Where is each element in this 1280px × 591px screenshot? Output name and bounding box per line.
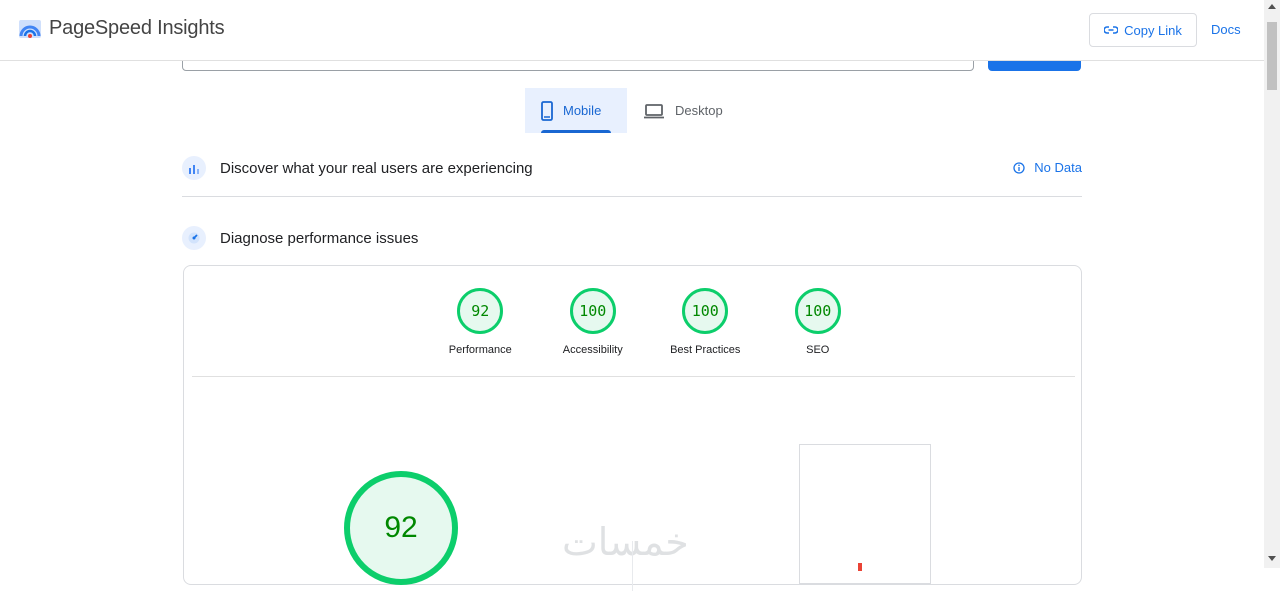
page-scrollbar[interactable]	[1264, 0, 1280, 568]
gauge-seo-score: 100	[794, 288, 841, 334]
gauge-best-practices[interactable]: 100 Best Practices	[649, 288, 762, 356]
no-data-label: No Data	[1034, 160, 1082, 175]
screenshot-content-mark	[858, 563, 862, 571]
tab-desktop[interactable]: Desktop	[627, 88, 739, 133]
docs-link[interactable]: Docs	[1211, 22, 1241, 37]
phone-icon	[541, 100, 553, 121]
laptop-icon	[644, 103, 664, 118]
users-chart-icon	[182, 156, 206, 180]
diagnose-title: Diagnose performance issues	[220, 229, 419, 247]
real-users-section: Discover what your real users are experi…	[182, 150, 1082, 186]
watermark-text: خمسات	[562, 520, 689, 564]
real-users-title: Discover what your real users are experi…	[220, 159, 533, 177]
scroll-up-arrow-icon[interactable]	[1268, 4, 1276, 9]
tab-mobile[interactable]: Mobile	[525, 88, 627, 133]
gauge-seo-label: SEO	[806, 344, 830, 356]
info-icon	[1013, 161, 1025, 174]
pagespeed-logo-icon	[19, 20, 41, 38]
app-title: PageSpeed Insights	[49, 17, 225, 39]
no-data-status[interactable]: No Data	[1013, 160, 1082, 175]
device-tabs: Mobile Desktop	[525, 88, 739, 133]
vertical-divider	[632, 541, 633, 591]
gauge-accessibility-label: Accessibility	[562, 344, 623, 356]
link-icon	[1104, 26, 1119, 34]
tab-desktop-label: Desktop	[675, 103, 723, 118]
gauge-seo[interactable]: 100 SEO	[762, 288, 875, 356]
tab-mobile-label: Mobile	[563, 103, 602, 118]
section-divider	[182, 196, 1082, 197]
page-screenshot-thumbnail	[799, 444, 931, 584]
copy-link-label: Copy Link	[1124, 22, 1182, 38]
speedometer-icon	[182, 226, 206, 250]
scroll-down-arrow-icon[interactable]	[1268, 556, 1276, 561]
card-divider	[192, 376, 1075, 377]
diagnose-section: Diagnose performance issues	[182, 220, 1082, 256]
copy-link-button[interactable]: Copy Link	[1089, 13, 1197, 47]
gauge-performance-label: Performance	[448, 344, 512, 356]
gauge-performance-score: 92	[457, 288, 504, 334]
top-app-bar: PageSpeed Insights Copy Link Docs	[0, 0, 1264, 61]
gauge-best-practices-label: Best Practices	[670, 344, 741, 356]
gauge-performance[interactable]: 92 Performance	[424, 288, 537, 356]
gauge-accessibility-score: 100	[569, 288, 616, 334]
gauge-accessibility[interactable]: 100 Accessibility	[537, 288, 650, 356]
score-gauges: 92 Performance 100 Accessibility 100 Bes…	[424, 288, 874, 356]
gauge-best-practices-score: 100	[682, 288, 729, 334]
report-card: 92 Performance 100 Accessibility 100 Bes…	[183, 265, 1082, 591]
scroll-thumb[interactable]	[1267, 22, 1277, 90]
